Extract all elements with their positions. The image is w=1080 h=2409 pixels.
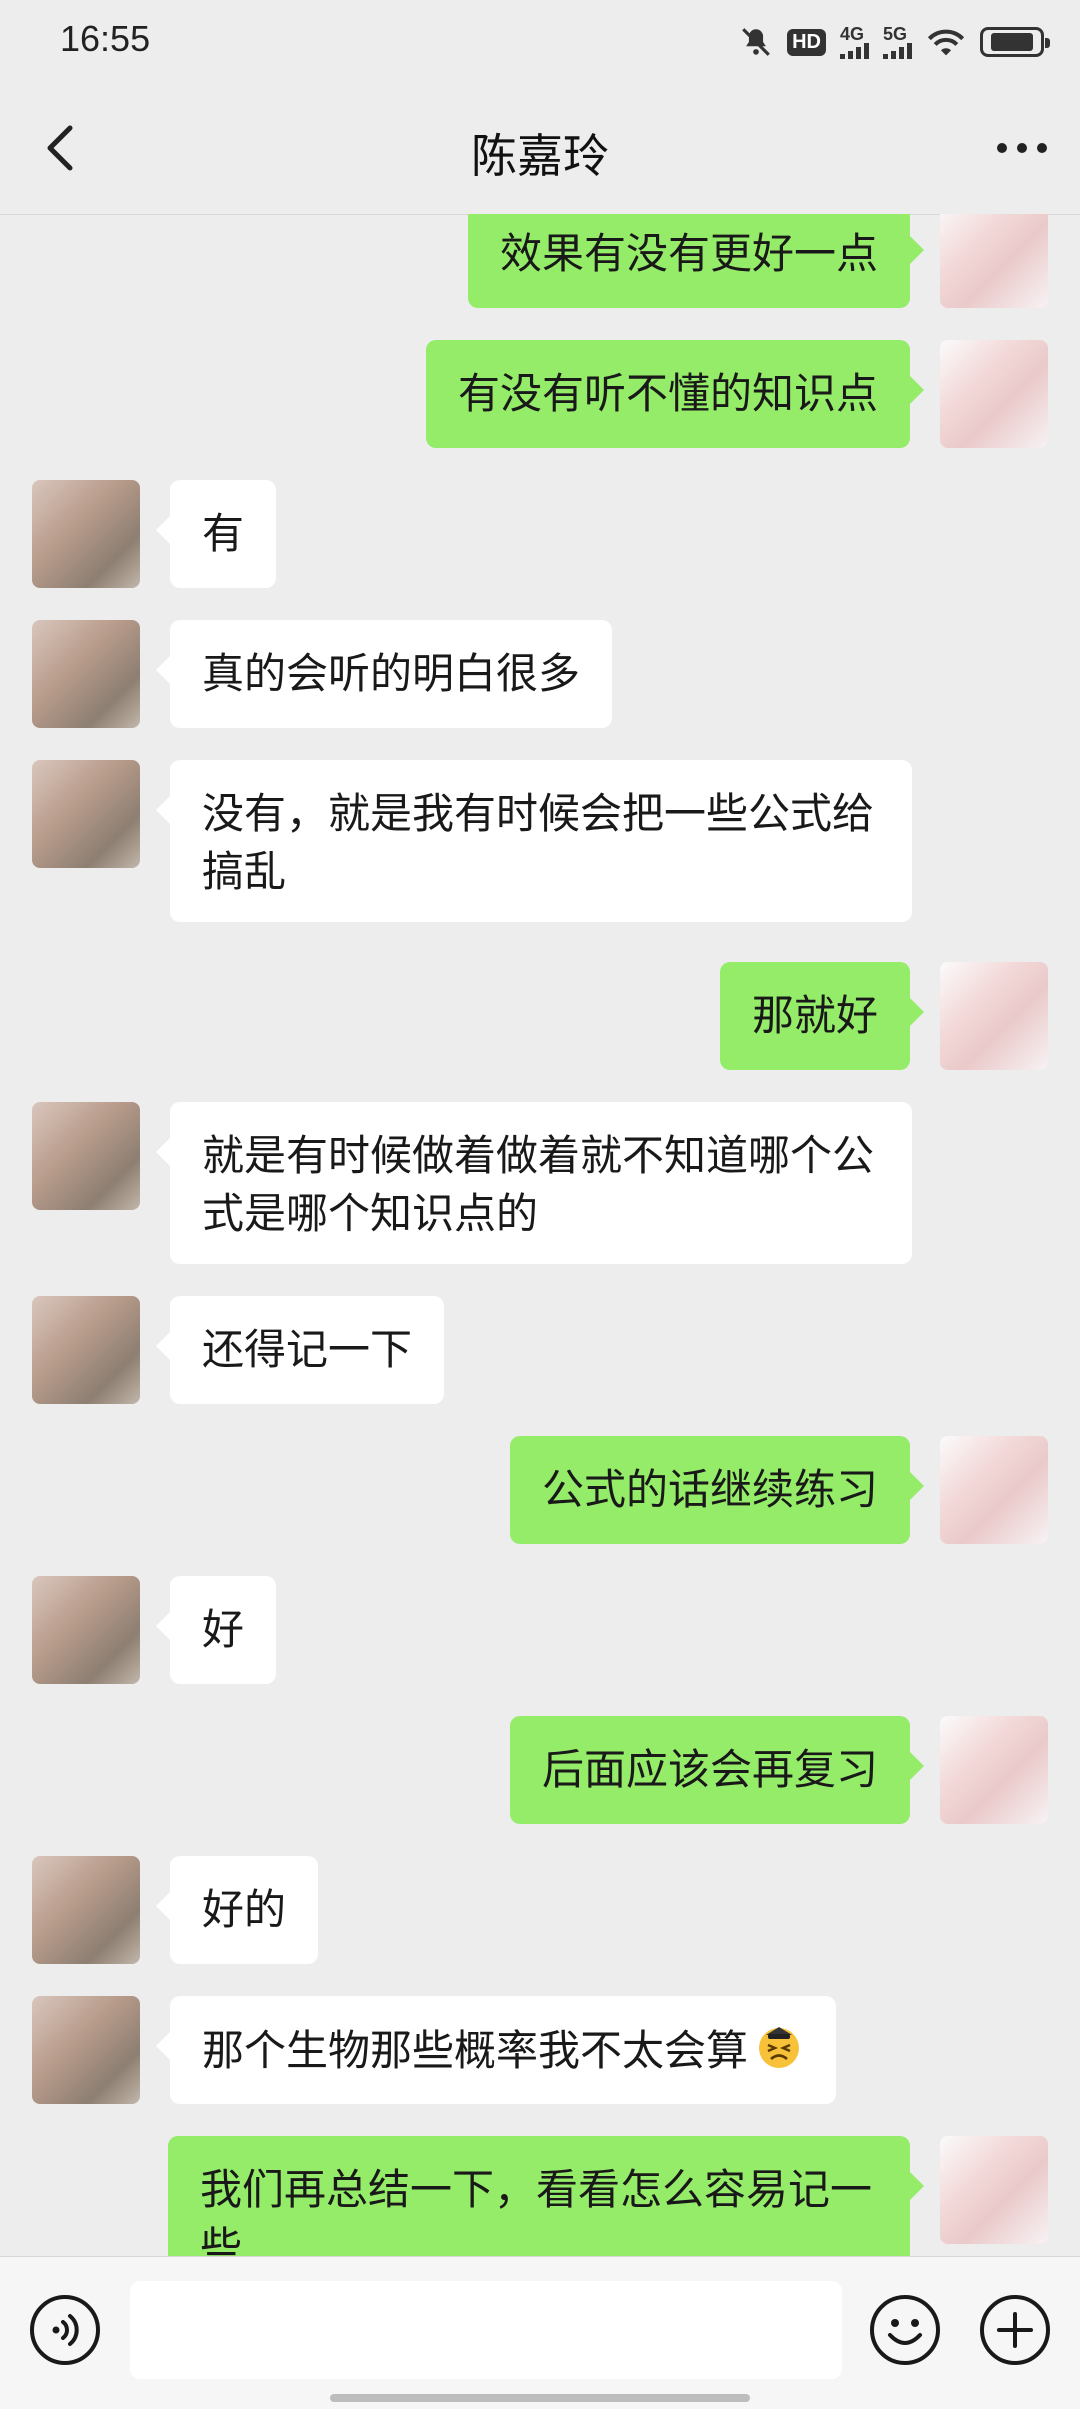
message-bubble-received[interactable]: 就是有时候做着做着就不知道哪个公式是哪个知识点的 [156,1102,912,1264]
avatar-contact[interactable] [32,1856,140,1964]
message-bubble-received[interactable]: 好 [155,1576,277,1684]
message-bubble-received[interactable]: 还得记一下 [155,1296,445,1404]
avatar-self[interactable] [940,214,1048,308]
battery-icon [980,27,1050,57]
avatar-self[interactable] [940,2136,1048,2244]
emoji-icon [870,2295,940,2365]
status-time: 16:55 [60,18,151,59]
avatar-contact[interactable] [32,1996,140,2104]
message-bubble-received[interactable]: 那个生物那些概率我不太会算 [155,1996,837,2104]
message-bubble-received[interactable]: 有 [155,480,277,588]
avatar-contact[interactable] [32,760,140,868]
hd-voice-icon: HD [787,28,826,56]
avatar-contact[interactable] [32,1296,140,1404]
home-indicator[interactable] [330,2394,750,2402]
message-bubble-sent[interactable]: 有没有听不懂的知识点 [425,340,925,448]
net2-label: 5G [883,24,908,44]
signal-4g-icon: 4G [840,25,869,59]
message-bubble-sent[interactable]: 后面应该会再复习 [509,1716,925,1824]
avatar-contact[interactable] [32,620,140,728]
avatar-self[interactable] [940,1716,1048,1824]
signal-5g-icon: 5G [883,25,912,59]
net1-label: 4G [840,24,865,44]
message-input[interactable] [130,2281,842,2379]
emoji-button[interactable] [868,2293,942,2367]
voice-icon [30,2295,100,2365]
message-bubble-received[interactable]: 好的 [155,1856,319,1964]
message-bubble-sent[interactable]: 那就好 [719,962,925,1070]
avatar-contact[interactable] [32,480,140,588]
avatar-contact[interactable] [32,1576,140,1684]
message-bubble-sent[interactable]: 公式的话继续练习 [509,1436,925,1544]
more-dots-icon [997,143,1047,153]
input-bar [0,2256,1080,2409]
tired-face-icon [754,2021,804,2086]
avatar-contact[interactable] [32,1102,140,1210]
voice-button[interactable] [28,2293,102,2367]
chat-title: 陈嘉玲 [471,129,609,183]
avatar-self[interactable] [940,340,1048,448]
more-functions-button[interactable] [978,2293,1052,2367]
more-options-button[interactable] [992,118,1052,178]
message-list[interactable]: 效果有没有更好一点 有没有听不懂的知识点 有 真的会听的明白很多 没有，就是我有… [0,214,1080,2256]
message-bubble-sent[interactable]: 我们再总结一下，看看怎么容易记一些 [168,2136,924,2256]
plus-icon [980,2295,1050,2365]
wifi-icon [926,25,966,59]
message-text: 那个生物那些概率我不太会算 [202,2026,749,2075]
status-icons: HD 4G 5G [739,20,1050,64]
mute-icon [739,25,773,59]
chat-header: 陈嘉玲 [0,82,1080,215]
status-bar: 16:55 HD 4G 5G [0,0,1080,82]
message-bubble-received[interactable]: 没有，就是我有时候会把一些公式给搞乱 [156,760,912,922]
message-bubble-sent[interactable]: 效果有没有更好一点 [467,214,925,308]
avatar-self[interactable] [940,1436,1048,1544]
message-bubble-received[interactable]: 真的会听的明白很多 [155,620,613,728]
avatar-self[interactable] [940,962,1048,1070]
